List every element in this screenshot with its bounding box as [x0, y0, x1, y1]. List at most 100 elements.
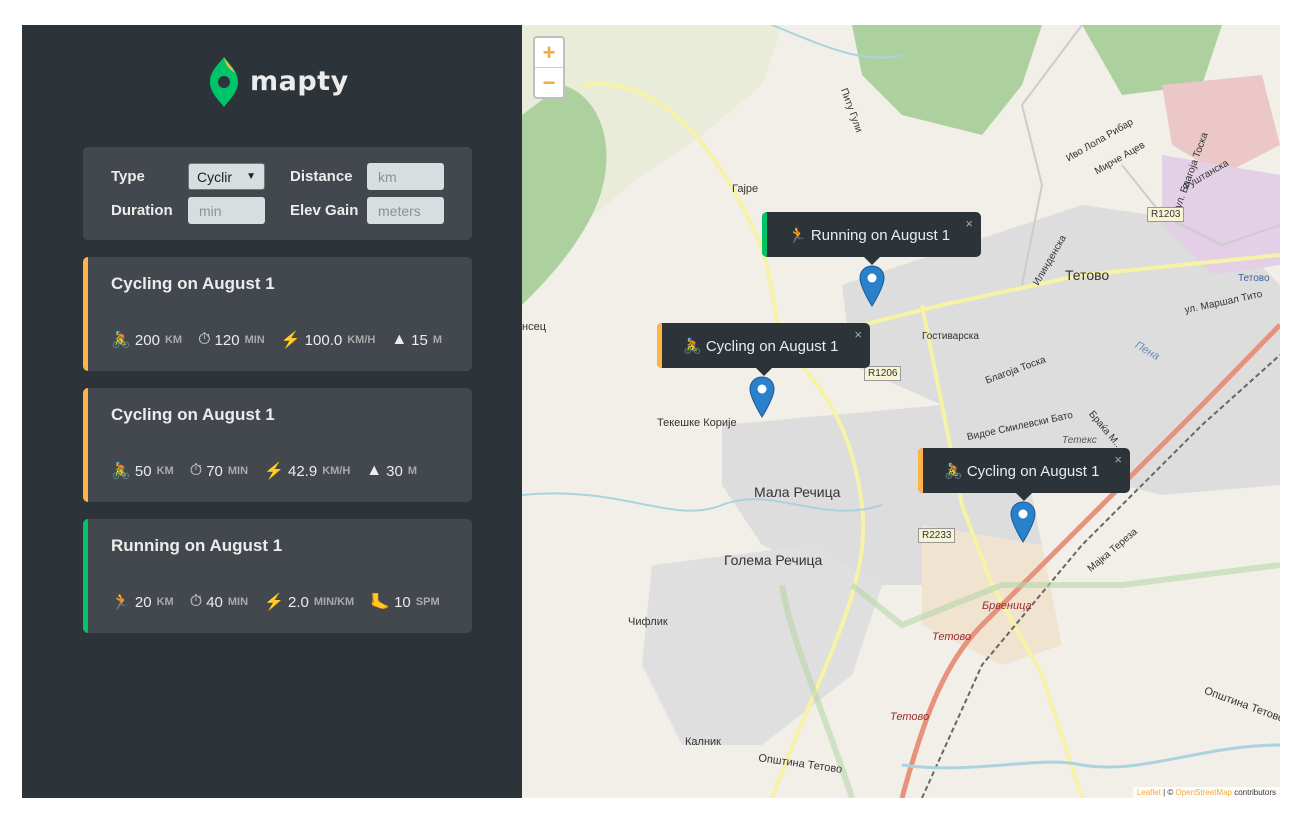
- map[interactable]: + − Гајре Тетово нсец Текешке Корије Мал…: [522, 25, 1280, 798]
- workout-popup[interactable]: 🚴 Cycling on August 1 ×: [918, 448, 1130, 501]
- workout-stats: 🚴 200 km ⏱ 120 min ⚡ 100.0 km/h ▲ 15 m: [111, 330, 458, 350]
- workout-accent-bar: [83, 388, 88, 502]
- popup-text: 🚴 Cycling on August 1: [683, 337, 839, 355]
- workout-card[interactable]: Running on August 1 🏃 20 km ⏱ 40 min ⚡ 2.0 min…: [83, 519, 472, 633]
- lightning-icon: ⚡: [280, 332, 301, 349]
- workout-title: Cycling on August 1: [111, 274, 275, 293]
- osm-link[interactable]: OpenStreetMap: [1175, 788, 1231, 797]
- stat-unit: km: [156, 465, 174, 477]
- workout-accent-bar: [83, 257, 88, 371]
- map-label: Гајре: [732, 183, 759, 195]
- stat-value: 70: [206, 462, 223, 480]
- workout-popup[interactable]: 🚴 Cycling on August 1 ×: [657, 323, 870, 376]
- stat-unit: m: [432, 334, 443, 346]
- stat-unit: min: [227, 596, 249, 608]
- foot-icon: 🦶: [370, 594, 391, 611]
- stat-value: 10: [394, 593, 411, 611]
- stat-distance: 🏃 20 km: [111, 592, 174, 612]
- map-label: Гостиварска: [922, 331, 979, 342]
- popup-text: 🏃 Running on August 1: [788, 226, 951, 244]
- distance-label: Distance: [290, 168, 353, 185]
- workout-card[interactable]: Cycling on August 1 🚴 200 km ⏱ 120 min ⚡ 100.…: [83, 257, 472, 371]
- stat-value: 50: [134, 462, 152, 480]
- stat-duration: ⏱ 70 min: [190, 462, 248, 480]
- elev-gain-input[interactable]: meters: [367, 197, 444, 224]
- map-label: Мала Речица: [754, 484, 841, 500]
- map-label: Тетово: [890, 711, 930, 723]
- popup-text: 🚴 Cycling on August 1: [944, 462, 1100, 480]
- map-marker-icon[interactable]: [859, 265, 885, 307]
- stat-value: 120: [214, 331, 240, 349]
- duration-input[interactable]: min: [188, 197, 265, 224]
- popup-tip: [863, 257, 880, 265]
- workout-title: Cycling on August 1: [111, 405, 275, 424]
- stopwatch-icon: ⏱: [189, 593, 203, 610]
- map-label: Чифлик: [628, 616, 668, 628]
- bicycle-icon: 🚴: [111, 463, 131, 480]
- stat-elevation: ▲ 30 m: [366, 462, 417, 480]
- lightning-icon: ⚡: [264, 463, 284, 480]
- stat-value: 15: [411, 331, 428, 349]
- distance-input[interactable]: km: [367, 163, 444, 190]
- map-pin-logo-icon: [210, 57, 238, 107]
- close-icon[interactable]: ×: [1114, 452, 1122, 467]
- map-attribution: Leaflet | © OpenStreetMap contributors: [1132, 787, 1280, 798]
- lightning-icon: ⚡: [264, 594, 284, 611]
- attrib-contrib: contributors: [1231, 788, 1276, 797]
- zoom-out-button[interactable]: −: [535, 68, 563, 98]
- logo: mapty: [208, 55, 349, 107]
- stat-unit: spm: [415, 596, 440, 608]
- popup-tip: [755, 368, 772, 376]
- zoom-in-button[interactable]: +: [535, 38, 563, 68]
- close-icon[interactable]: ×: [854, 327, 862, 342]
- stat-value: 42.9: [287, 462, 318, 480]
- type-select-value: Cyclir: [197, 168, 232, 185]
- stat-cadence: 🦶 10 spm: [370, 592, 439, 612]
- popup-accent-bar: [918, 448, 923, 493]
- app: mapty Type Cyclir ▼ Distance km Duration…: [22, 25, 1280, 798]
- stat-speed: ⚡ 42.9 km/h: [264, 461, 350, 481]
- stat-duration: ⏱ 120 min: [198, 331, 265, 349]
- stopwatch-icon: ⏱: [189, 462, 203, 479]
- bicycle-icon: 🚴: [111, 332, 131, 349]
- stat-distance: 🚴 50 km: [111, 461, 174, 481]
- form-row-elev: Elev Gain meters: [290, 197, 444, 224]
- map-label: Тетово: [1065, 267, 1110, 283]
- stat-duration: ⏱ 40 min: [190, 593, 248, 611]
- popup-accent-bar: [762, 212, 767, 257]
- map-label: Тетово: [932, 631, 972, 643]
- stat-speed: ⚡ 100.0 km/h: [281, 330, 376, 350]
- road-badge: R1203: [1147, 207, 1185, 222]
- stat-unit: km/h: [347, 334, 376, 346]
- stat-unit: min: [227, 465, 249, 477]
- stopwatch-icon: ⏱: [198, 331, 211, 348]
- map-marker-icon[interactable]: [1010, 501, 1036, 543]
- stat-unit: km: [164, 334, 183, 346]
- duration-label: Duration: [111, 202, 173, 219]
- road-badge: R1206: [864, 366, 902, 381]
- workout-form: Type Cyclir ▼ Distance km Duration min E…: [83, 147, 472, 240]
- workout-card[interactable]: Cycling on August 1 🚴 50 km ⏱ 70 min ⚡ 42.9 km…: [83, 388, 472, 502]
- stat-value: 40: [206, 593, 223, 611]
- workout-popup[interactable]: 🏃 Running on August 1 ×: [762, 212, 981, 265]
- close-icon[interactable]: ×: [965, 216, 973, 231]
- form-row-duration: Duration min: [111, 197, 265, 224]
- elev-gain-label: Elev Gain: [290, 202, 359, 219]
- mountain-icon: ▲: [366, 462, 383, 479]
- stat-value: 100.0: [304, 331, 343, 349]
- stat-unit: m: [407, 465, 417, 477]
- zoom-control: + −: [533, 36, 565, 99]
- type-select[interactable]: Cyclir ▼: [188, 163, 265, 190]
- map-marker-icon[interactable]: [749, 376, 775, 418]
- runner-icon: 🏃: [111, 594, 131, 611]
- stat-unit: min: [244, 334, 265, 346]
- popup-tip: [1016, 493, 1032, 501]
- attrib-sep: | ©: [1160, 788, 1176, 797]
- logo-text: mapty: [250, 65, 349, 97]
- stat-unit: min/km: [313, 596, 355, 608]
- map-label: Тетово: [1238, 273, 1270, 284]
- map-tiles: [522, 25, 1280, 798]
- leaflet-link[interactable]: Leaflet: [1137, 788, 1161, 797]
- stat-value: 200: [134, 331, 160, 349]
- mountain-icon: ▲: [391, 331, 408, 348]
